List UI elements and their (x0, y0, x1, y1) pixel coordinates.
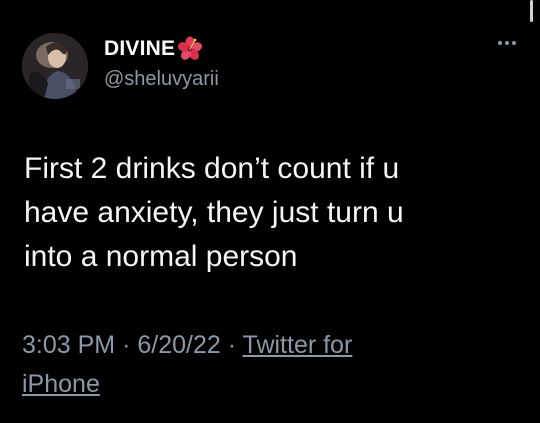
scroll-edge (530, 0, 533, 22)
avatar[interactable] (22, 33, 88, 99)
tweet-text: First 2 drinks don’t count if u have anx… (24, 147, 524, 279)
more-options-icon[interactable] (494, 36, 520, 50)
avatar-image (22, 33, 88, 99)
meta-separator: · (227, 331, 237, 359)
tweet-text-line: First 2 drinks don’t count if u (24, 152, 400, 185)
author-handle[interactable]: @sheluvyarii (104, 68, 219, 91)
meta-line-1: 3:03 PM · 6/20/22 · Twitter for (22, 326, 522, 365)
meta-line-2: iPhone (22, 365, 522, 404)
tweet-source-link-cont[interactable]: iPhone (22, 370, 100, 398)
tweet-meta: 3:03 PM · 6/20/22 · Twitter for iPhone (22, 326, 522, 404)
meta-separator: · (122, 331, 131, 359)
tweet-date[interactable]: 6/20/22 (137, 331, 220, 359)
tweet-source-link[interactable]: Twitter for (243, 331, 353, 359)
hibiscus-icon (177, 36, 203, 62)
tweet-text-line: have anxiety, they just turn u (24, 196, 404, 229)
author-name-row[interactable]: DIVINE (104, 36, 203, 62)
tweet-time[interactable]: 3:03 PM (22, 331, 115, 359)
tweet-text-line: into a normal person (24, 240, 298, 273)
display-name[interactable]: DIVINE (104, 37, 175, 61)
tweet-card: DIVINE @sheluvyarii First 2 drinks don’t… (0, 0, 540, 423)
